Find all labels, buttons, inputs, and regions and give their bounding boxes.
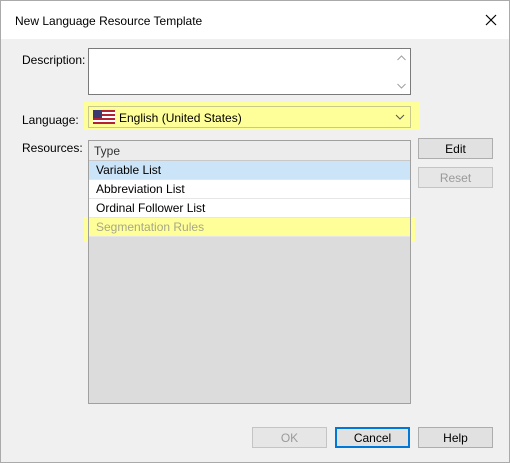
list-item-label: Ordinal Follower List: [96, 201, 206, 215]
edit-button[interactable]: Edit: [418, 138, 493, 159]
list-item-ordinal-follower-list[interactable]: Ordinal Follower List: [89, 199, 410, 218]
dialog-title: New Language Resource Template: [15, 14, 203, 28]
help-button[interactable]: Help: [418, 427, 493, 448]
new-language-resource-template-dialog: New Language Resource Template Descripti…: [0, 0, 510, 463]
list-item-label: Abbreviation List: [96, 182, 185, 196]
list-item-abbreviation-list[interactable]: Abbreviation List: [89, 180, 410, 199]
language-label: Language:: [22, 113, 79, 127]
list-item-label: Segmentation Rules: [96, 220, 205, 234]
scroll-up-arrow-icon[interactable]: [393, 49, 410, 66]
us-flag-icon: [93, 110, 115, 124]
language-dropdown[interactable]: English (United States): [88, 106, 411, 128]
resources-label: Resources:: [22, 141, 83, 155]
description-label: Description:: [22, 53, 86, 67]
language-selected-value: English (United States): [119, 111, 242, 125]
description-scrollbar[interactable]: [393, 49, 410, 94]
close-icon: [485, 14, 497, 26]
cancel-button[interactable]: Cancel: [335, 427, 410, 448]
title-bar: New Language Resource Template: [1, 1, 509, 39]
close-button[interactable]: [473, 1, 509, 39]
list-item-segmentation-rules[interactable]: Segmentation Rules: [89, 218, 410, 237]
list-item-variable-list[interactable]: Variable List: [89, 161, 410, 180]
scroll-down-arrow-icon[interactable]: [393, 77, 410, 94]
resources-list[interactable]: Type Variable List Abbreviation List Ord…: [88, 140, 411, 404]
reset-button[interactable]: Reset: [418, 167, 493, 188]
list-item-label: Variable List: [96, 163, 162, 177]
ok-button[interactable]: OK: [252, 427, 327, 448]
chevron-down-icon: [395, 114, 405, 120]
column-header-type: Type: [94, 144, 121, 158]
list-column-header[interactable]: Type: [89, 141, 410, 161]
description-field[interactable]: [88, 48, 411, 95]
